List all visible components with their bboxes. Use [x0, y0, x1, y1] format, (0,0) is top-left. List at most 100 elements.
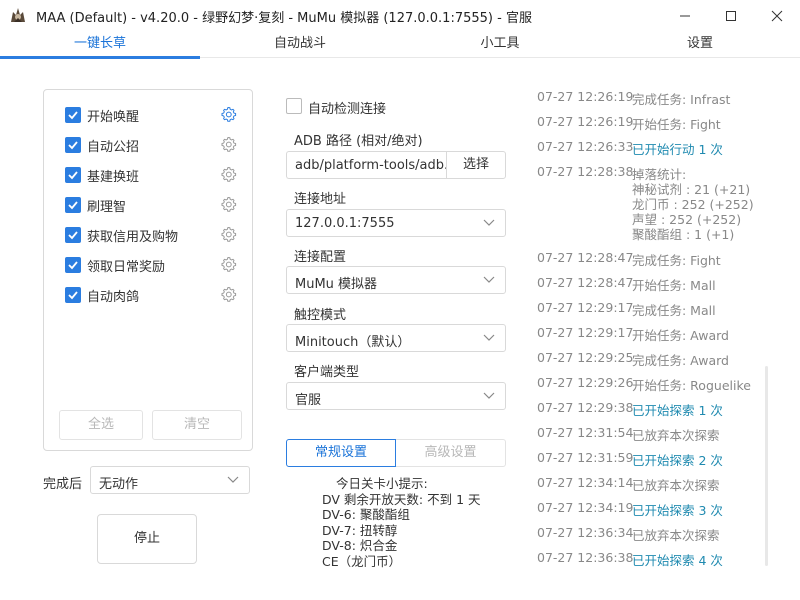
- task-checkbox[interactable]: [65, 287, 81, 303]
- log-message: 已开始探索 3 次: [632, 503, 723, 518]
- connection-config-label: 连接配置: [294, 250, 347, 265]
- log-message: 已开始探索 2 次: [632, 453, 723, 468]
- check-icon: [68, 111, 78, 120]
- log-time: 07-27 12:26:33: [537, 139, 634, 154]
- log-message: 已放弃本次探索: [632, 478, 720, 493]
- check-icon: [68, 291, 78, 300]
- client-type-select[interactable]: 官服: [286, 382, 506, 410]
- clear-button[interactable]: 清空: [152, 410, 242, 440]
- tip-line: DV 剩余开放天数: 不到 1 天: [322, 491, 481, 507]
- check-icon: [68, 261, 78, 270]
- tab-settings[interactable]: 设置: [600, 32, 800, 58]
- auto-detect-label: 自动检测连接: [308, 102, 387, 117]
- after-completion-label: 完成后: [43, 477, 83, 492]
- minimize-button[interactable]: [662, 0, 708, 32]
- task-checkbox[interactable]: [65, 167, 81, 183]
- gear-icon[interactable]: [220, 256, 237, 273]
- chevron-down-icon: [483, 392, 495, 399]
- task-checkbox[interactable]: [65, 197, 81, 213]
- after-completion-select[interactable]: 无动作: [90, 466, 250, 494]
- select-all-button[interactable]: 全选: [59, 410, 143, 440]
- task-item[interactable]: 领取日常奖励: [65, 255, 245, 275]
- check-icon: [68, 201, 78, 210]
- address-label: 连接地址: [294, 192, 347, 207]
- address-value: 127.0.0.1:7555: [295, 216, 395, 231]
- minimize-icon: [680, 15, 690, 17]
- log-time: 07-27 12:26:19: [537, 114, 634, 129]
- tip-line: CE（龙门币）: [322, 553, 402, 569]
- tab-one-click[interactable]: 一键长草: [0, 32, 200, 59]
- task-label: 自动公招: [87, 140, 140, 155]
- log-message: 开始任务: Roguelike: [632, 378, 751, 393]
- address-select[interactable]: 127.0.0.1:7555: [286, 209, 506, 237]
- log-message: 完成任务: Fight: [632, 253, 721, 268]
- log-message: 开始任务: Fight: [632, 117, 721, 132]
- task-label: 领取日常奖励: [87, 260, 166, 275]
- task-item[interactable]: 获取信用及购物: [65, 225, 245, 245]
- gear-icon[interactable]: [220, 196, 237, 213]
- task-item[interactable]: 基建换班: [65, 165, 245, 185]
- log-time: 07-27 12:29:38: [537, 400, 634, 415]
- log-message: 已放弃本次探索: [632, 528, 720, 543]
- task-checkbox[interactable]: [65, 137, 81, 153]
- log-time: 07-27 12:29:17: [537, 300, 634, 315]
- task-label: 自动肉鸽: [87, 290, 140, 305]
- task-list-panel: 开始唤醒自动公招基建换班刷理智获取信用及购物 领取日常奖励 自动肉鸽 全选 清空: [43, 89, 253, 451]
- connection-config-select[interactable]: MuMu 模拟器: [286, 266, 506, 294]
- log-time: 07-27 12:31:54: [537, 425, 634, 440]
- gear-icon[interactable]: [220, 106, 237, 123]
- log-message: 完成任务: Award: [632, 353, 729, 368]
- tip-line: DV-7: 扭转醇: [322, 522, 398, 538]
- tab-tools[interactable]: 小工具: [400, 32, 600, 58]
- log-scrollbar[interactable]: [765, 366, 768, 566]
- task-label: 获取信用及购物: [87, 230, 179, 245]
- tab-advanced-settings[interactable]: 高级设置: [396, 439, 506, 467]
- gear-icon[interactable]: [220, 166, 237, 183]
- task-item[interactable]: 自动公招: [65, 135, 245, 155]
- gear-icon[interactable]: [220, 286, 237, 303]
- log-message: 已开始行动 1 次: [632, 142, 723, 157]
- check-icon: [68, 231, 78, 240]
- log-message: 已放弃本次探索: [632, 428, 720, 443]
- task-checkbox[interactable]: [65, 107, 81, 123]
- task-checkbox[interactable]: [65, 227, 81, 243]
- log-message: 开始任务: Mall: [632, 278, 716, 293]
- log-time: 07-27 12:36:34: [537, 525, 634, 540]
- client-type-label: 客户端类型: [294, 365, 360, 380]
- task-item[interactable]: 开始唤醒: [65, 105, 245, 125]
- log-message: 已开始探索 1 次: [632, 403, 723, 418]
- adb-path-label: ADB 路径 (相对/绝对): [294, 134, 423, 149]
- gear-icon[interactable]: [220, 136, 237, 153]
- auto-detect-checkbox[interactable]: [286, 98, 302, 114]
- tab-auto-battle[interactable]: 自动战斗: [200, 32, 400, 58]
- task-item[interactable]: 刷理智: [65, 195, 245, 215]
- touch-mode-select[interactable]: Minitouch（默认）: [286, 324, 506, 352]
- log-time: 07-27 12:36:38: [537, 550, 634, 565]
- browse-button[interactable]: 选择: [446, 151, 506, 179]
- tab-normal-settings[interactable]: 常规设置: [286, 439, 396, 467]
- tip-line: DV-6: 聚酸酯组: [322, 507, 410, 522]
- main-tabs: 一键长草 自动战斗 小工具 设置: [0, 32, 800, 59]
- maximize-button[interactable]: [708, 0, 754, 32]
- after-completion-value: 无动作: [99, 477, 139, 492]
- stage-tips: 今日关卡小提示: DV 剩余开放天数: 不到 1 天 DV-6: 聚酸酯组 DV…: [322, 476, 481, 569]
- close-button[interactable]: [754, 0, 800, 32]
- gear-icon[interactable]: [220, 226, 237, 243]
- log-time: 07-27 12:34:19: [537, 500, 634, 515]
- log-time: 07-27 12:34:14: [537, 475, 634, 490]
- log-message: 完成任务: Mall: [632, 303, 716, 318]
- chevron-down-icon: [483, 334, 495, 341]
- stop-button[interactable]: 停止: [97, 514, 197, 564]
- log-message: 已开始探索 4 次: [632, 553, 723, 568]
- chevron-down-icon: [483, 276, 495, 283]
- tip-line: DV-8: 炽合金: [322, 538, 398, 553]
- touch-mode-label: 触控模式: [294, 308, 347, 323]
- task-label: 刷理智: [87, 200, 127, 215]
- adb-path-input[interactable]: adb/platform-tools/adb.exe: [286, 151, 446, 179]
- task-checkbox[interactable]: [65, 257, 81, 273]
- task-item[interactable]: 自动肉鸽: [65, 285, 245, 305]
- log-time: 07-27 12:28:38: [537, 164, 634, 179]
- log-message: 完成任务: Infrast: [632, 92, 731, 107]
- maximize-icon: [726, 11, 736, 21]
- check-icon: [68, 171, 78, 180]
